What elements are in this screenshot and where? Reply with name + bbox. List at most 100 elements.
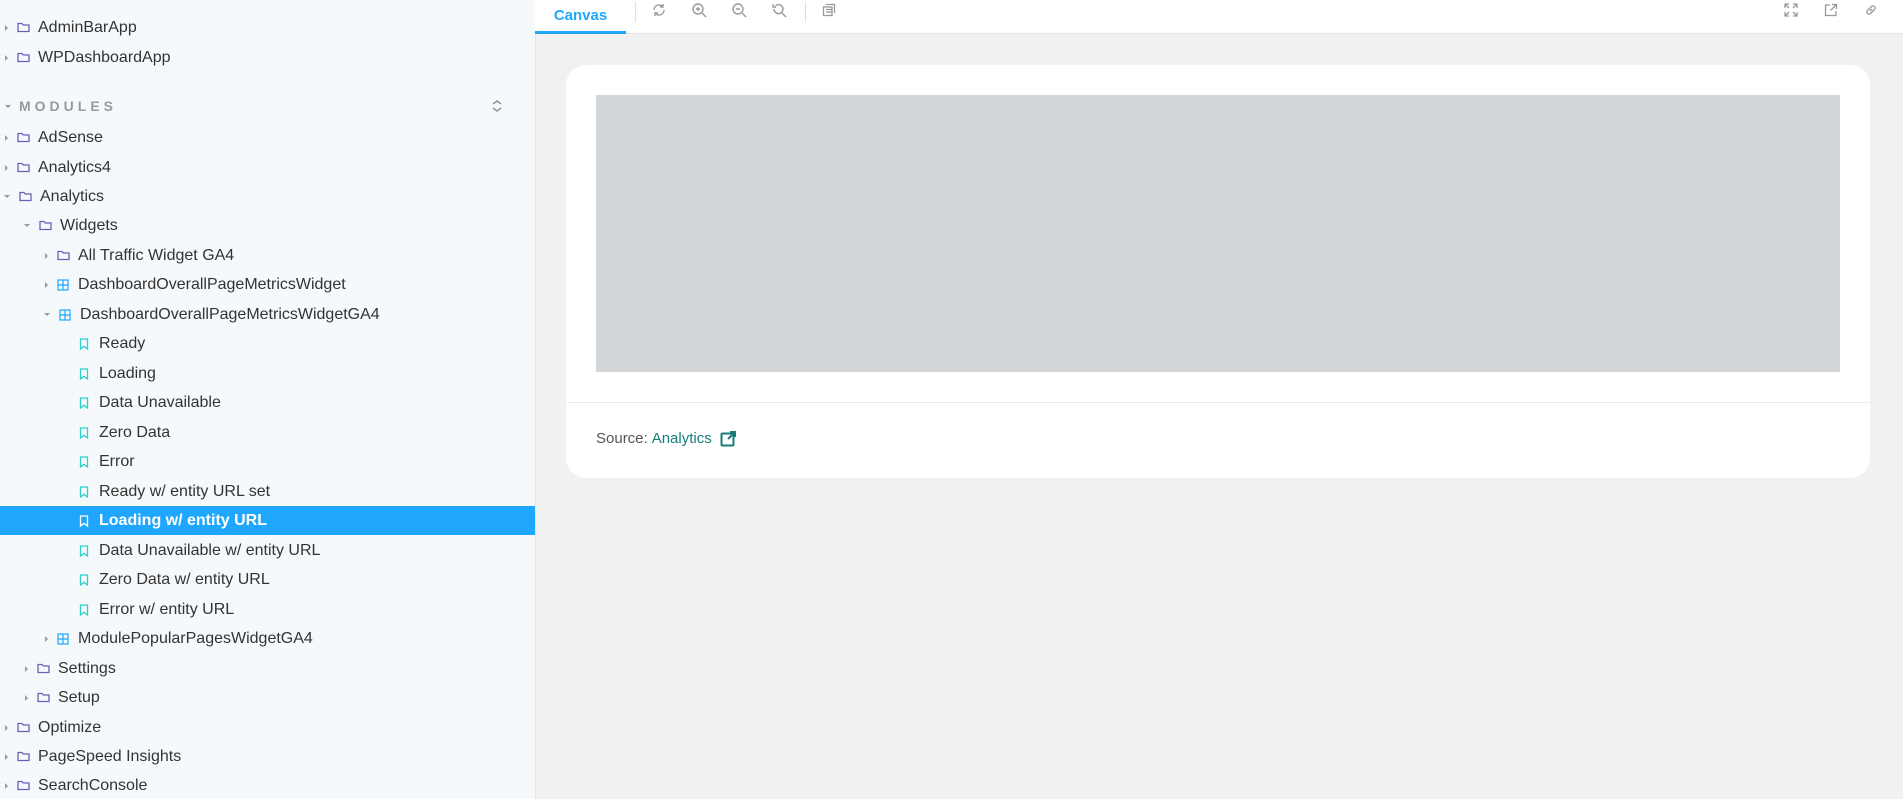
- folder-icon: [36, 662, 50, 676]
- tree-item-analytics4[interactable]: Analytics4: [0, 153, 535, 182]
- tree-item-analytics[interactable]: Analytics: [0, 182, 535, 211]
- story-ready[interactable]: Ready: [0, 329, 535, 358]
- story-ready-entity-url-set[interactable]: Ready w/ entity URL set: [0, 477, 535, 506]
- tree-item-searchconsole[interactable]: SearchConsole: [0, 771, 535, 799]
- tree-item-label: Analytics: [40, 187, 105, 205]
- story-error[interactable]: Error: [0, 447, 535, 476]
- bookmark-icon: [77, 603, 91, 617]
- tree-item-label: SearchConsole: [38, 776, 148, 794]
- tree-item-widgets[interactable]: Widgets: [0, 211, 535, 240]
- folder-icon: [16, 131, 30, 145]
- tree-item-adminbarapp[interactable]: AdminBarApp: [0, 13, 535, 42]
- bookmark-icon: [77, 337, 91, 351]
- reload-icon[interactable]: [645, 0, 673, 20]
- tree-item-all-traffic-widget-ga4[interactable]: All Traffic Widget GA4: [0, 241, 535, 270]
- bookmark-icon: [77, 544, 91, 558]
- component-icon: [56, 278, 70, 292]
- component-icon: [58, 308, 72, 322]
- tree-item-wpdashboardapp[interactable]: WPDashboardApp: [0, 43, 535, 72]
- collapsed-arrow-icon: [25, 694, 28, 701]
- open-new-tab-icon[interactable]: [1817, 0, 1845, 20]
- copy-link-icon[interactable]: [1857, 0, 1885, 20]
- tree-item-label: All Traffic Widget GA4: [78, 246, 235, 264]
- collapsed-arrow-icon: [45, 252, 48, 259]
- tree-item-module-popular-pages-widget-ga4[interactable]: ModulePopularPagesWidgetGA4: [0, 624, 535, 653]
- story-label: Error w/ entity URL: [99, 600, 235, 618]
- zoom-out-icon[interactable]: [725, 0, 753, 20]
- tree-item-label: Settings: [58, 659, 116, 677]
- bookmark-icon: [77, 455, 91, 469]
- collapsed-arrow-icon: [45, 281, 48, 288]
- section-label: MODULES: [19, 98, 117, 114]
- tree-item-label: Widgets: [60, 216, 118, 234]
- canvas-toolbar: Canvas: [535, 0, 1903, 34]
- card-divider: [566, 402, 1870, 403]
- fullscreen-icon[interactable]: [1777, 0, 1805, 20]
- tree-item-label: AdminBarApp: [38, 18, 137, 36]
- story-loading[interactable]: Loading: [0, 359, 535, 388]
- grid-icon[interactable]: [815, 0, 843, 20]
- folder-icon: [36, 691, 50, 705]
- collapsed-arrow-icon: [5, 134, 8, 141]
- collapsed-arrow-icon: [5, 164, 8, 171]
- folder-icon: [16, 779, 30, 793]
- source-link[interactable]: Analytics: [652, 430, 712, 447]
- folder-icon: [16, 161, 30, 175]
- tree-item-dashboard-overall-page-metrics-widget[interactable]: DashboardOverallPageMetricsWidget: [0, 270, 535, 299]
- story-zero-data[interactable]: Zero Data: [0, 418, 535, 447]
- story-zero-data-entity-url[interactable]: Zero Data w/ entity URL: [0, 565, 535, 594]
- folder-icon: [16, 21, 30, 35]
- tab-canvas[interactable]: Canvas: [535, 0, 626, 34]
- tree-item-label: Optimize: [38, 718, 102, 736]
- folder-icon: [18, 190, 32, 204]
- zoom-in-icon[interactable]: [685, 0, 713, 20]
- tree-item-label: PageSpeed Insights: [38, 747, 182, 765]
- collapsed-arrow-icon: [25, 665, 28, 672]
- tree-item-settings[interactable]: Settings: [0, 654, 535, 683]
- collapsed-arrow-icon: [5, 724, 8, 731]
- tree-item-adsense[interactable]: AdSense: [0, 123, 535, 152]
- toolbar-divider: [635, 2, 636, 22]
- bookmark-icon: [77, 367, 91, 381]
- tree-item-label: Analytics4: [38, 158, 111, 176]
- folder-icon: [16, 750, 30, 764]
- zoom-reset-icon[interactable]: [765, 0, 793, 20]
- expanded-arrow-icon: [44, 313, 50, 316]
- expanded-arrow-icon: [4, 195, 10, 198]
- story-loading-entity-url[interactable]: Loading w/ entity URL: [0, 506, 535, 535]
- tree-item-setup[interactable]: Setup: [0, 683, 535, 712]
- card-footer: Source: Analytics: [596, 430, 736, 447]
- expanded-arrow-icon: [5, 104, 11, 108]
- story-label: Error: [99, 452, 135, 470]
- story-data-unavailable-entity-url[interactable]: Data Unavailable w/ entity URL: [0, 536, 535, 565]
- bookmark-icon: [77, 485, 91, 499]
- story-label: Loading: [99, 364, 156, 382]
- widget-card: Source: Analytics: [566, 65, 1870, 478]
- tree-item-pagespeed-insights[interactable]: PageSpeed Insights: [0, 742, 535, 771]
- folder-icon: [38, 219, 52, 233]
- collapsed-arrow-icon: [5, 753, 8, 760]
- bookmark-icon: [77, 426, 91, 440]
- external-link-icon[interactable]: [720, 430, 736, 447]
- component-icon: [56, 632, 70, 646]
- section-header-modules[interactable]: MODULES: [0, 91, 535, 121]
- story-label: Ready w/ entity URL set: [99, 482, 271, 500]
- collapsed-arrow-icon: [5, 24, 8, 31]
- tree-item-label: Setup: [58, 688, 100, 706]
- tree-item-optimize[interactable]: Optimize: [0, 713, 535, 742]
- bookmark-icon: [77, 396, 91, 410]
- story-label: Loading w/ entity URL: [99, 511, 267, 529]
- loading-placeholder: [596, 95, 1840, 372]
- tree-item-label: DashboardOverallPageMetricsWidgetGA4: [80, 305, 380, 323]
- collapse-all-icon[interactable]: [491, 99, 503, 116]
- tree-item-label: DashboardOverallPageMetricsWidget: [78, 275, 346, 293]
- story-label: Data Unavailable w/ entity URL: [99, 541, 321, 559]
- collapsed-arrow-icon: [5, 54, 8, 61]
- tree-item-dashboard-overall-page-metrics-widget-ga4[interactable]: DashboardOverallPageMetricsWidgetGA4: [0, 300, 535, 329]
- story-error-entity-url[interactable]: Error w/ entity URL: [0, 595, 535, 624]
- tree-item-label: WPDashboardApp: [38, 48, 171, 66]
- story-label: Ready: [99, 334, 146, 352]
- story-data-unavailable[interactable]: Data Unavailable: [0, 388, 535, 417]
- sidebar: AdminBarApp WPDashboardApp MODULES AdSen…: [0, 0, 536, 799]
- bookmark-icon: [77, 573, 91, 587]
